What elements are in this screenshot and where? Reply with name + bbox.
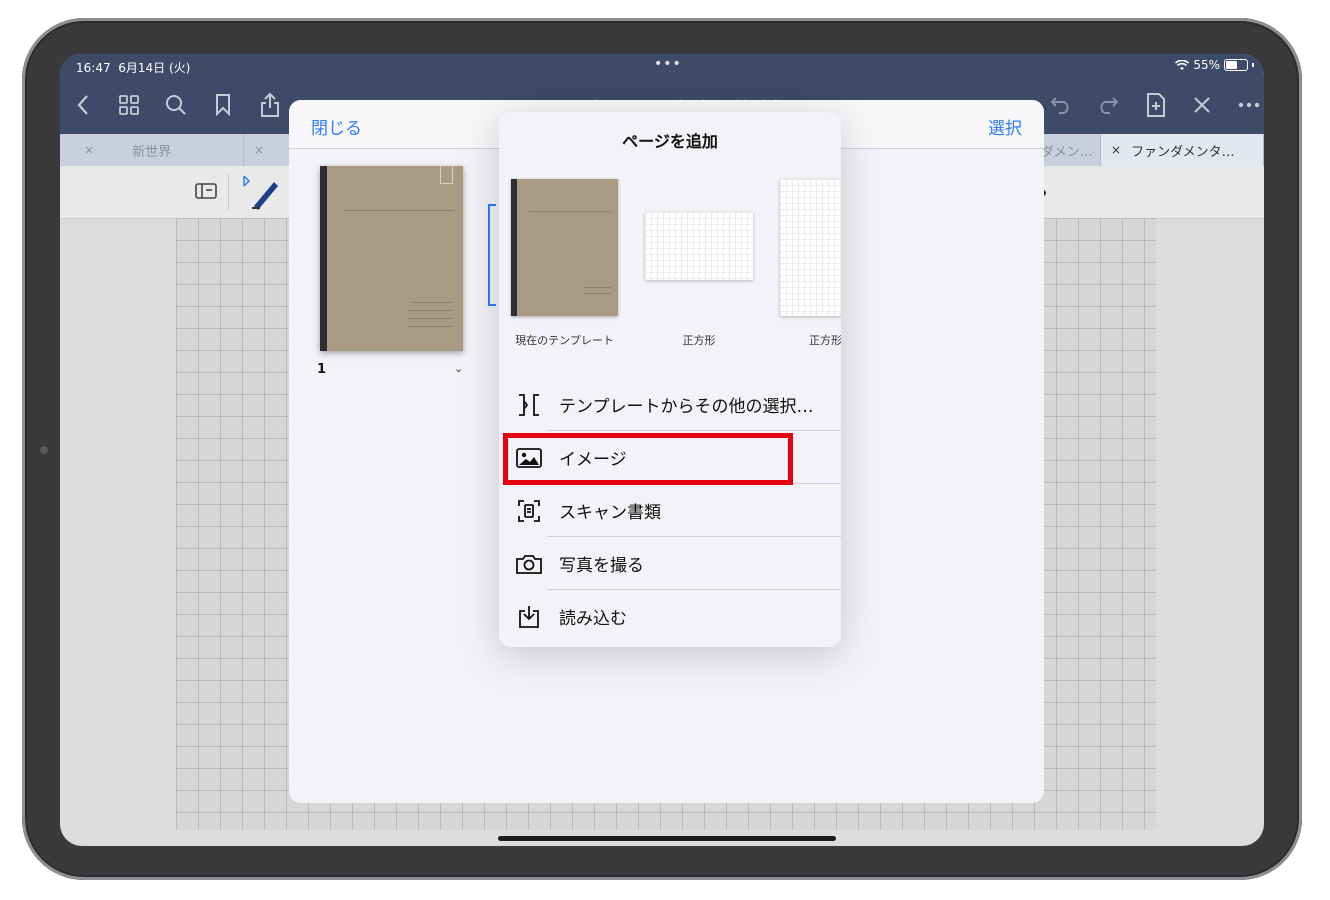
scan-icon — [499, 499, 559, 522]
annotation-highlight-box — [503, 433, 793, 485]
popover-title: ページを追加 — [622, 132, 718, 151]
bookmark-ribbon-icon — [440, 166, 453, 184]
popover-arrow — [486, 358, 500, 386]
template-label-square-2: 正方形 — [809, 334, 841, 347]
add-page-icon[interactable] — [1141, 90, 1171, 120]
tab-close-icon[interactable]: × — [84, 143, 94, 157]
more-icon[interactable] — [1234, 90, 1264, 120]
template-label-current: 現在のテンプレート — [515, 334, 614, 347]
close-button[interactable]: 閉じる — [311, 114, 362, 139]
search-icon[interactable] — [161, 90, 191, 120]
menu-import[interactable]: 読み込む — [499, 590, 841, 643]
template-current[interactable] — [511, 179, 618, 316]
tab-fundamental-active[interactable]: × ファンダメンタ… — [1101, 134, 1264, 166]
tab-close-icon[interactable]: × — [254, 143, 264, 157]
back-icon[interactable] — [68, 90, 98, 120]
tab-new-world[interactable]: × 新世界 — [74, 134, 244, 166]
import-icon — [499, 605, 559, 629]
add-page-slot[interactable] — [488, 204, 496, 306]
template-label-square: 正方形 — [682, 334, 716, 347]
tab-close-icon[interactable]: × — [1111, 143, 1121, 157]
share-icon[interactable] — [255, 90, 285, 120]
tab-second[interactable]: × — [244, 134, 294, 166]
battery-percent: 55% — [1193, 58, 1220, 72]
tab-fundamental-1[interactable]: ダメン… — [1035, 134, 1101, 166]
close-edit-icon[interactable] — [1187, 90, 1217, 120]
menu-scan-document[interactable]: スキャン書類 — [499, 484, 841, 537]
home-indicator[interactable] — [498, 836, 836, 841]
status-time: 16:47 6月14日 (火) — [76, 61, 191, 75]
redo-icon[interactable] — [1093, 90, 1123, 120]
battery-icon — [1224, 59, 1248, 71]
template-square-landscape[interactable] — [645, 212, 753, 280]
grid-icon[interactable] — [114, 90, 144, 120]
menu-more-templates[interactable]: テンプレートからその他の選択… — [499, 378, 841, 431]
camera-icon — [499, 554, 559, 574]
wifi-icon — [1175, 59, 1190, 70]
template-square-portrait[interactable] — [780, 179, 841, 316]
undo-icon[interactable] — [1046, 90, 1076, 120]
status-right: 55% — [1175, 58, 1254, 72]
add-page-popover: ページを追加 現在のテンプレート 正方形 正方形 テンプレートからその他の選択… — [499, 112, 841, 647]
page-thumbnail[interactable] — [320, 166, 463, 351]
eraser-tool-icon[interactable] — [194, 180, 220, 206]
page-number: 1 — [317, 362, 327, 377]
status-bar: 16:47 6月14日 (火) ••• 55% — [60, 54, 1264, 80]
add-page-menu: テンプレートからその他の選択… イメージ スキャン書類 写真を撮る 読み込む — [499, 378, 841, 643]
bookmark-icon[interactable] — [208, 90, 238, 120]
multitask-dots[interactable]: ••• — [654, 56, 682, 72]
template-icon — [499, 393, 559, 417]
pen-tool-icon[interactable] — [240, 174, 280, 214]
page-options-chevron-icon[interactable]: ⌄ — [454, 362, 463, 375]
camera-dot — [40, 446, 48, 454]
menu-take-photo[interactable]: 写真を撮る — [499, 537, 841, 590]
select-button[interactable]: 選択 — [988, 114, 1022, 139]
